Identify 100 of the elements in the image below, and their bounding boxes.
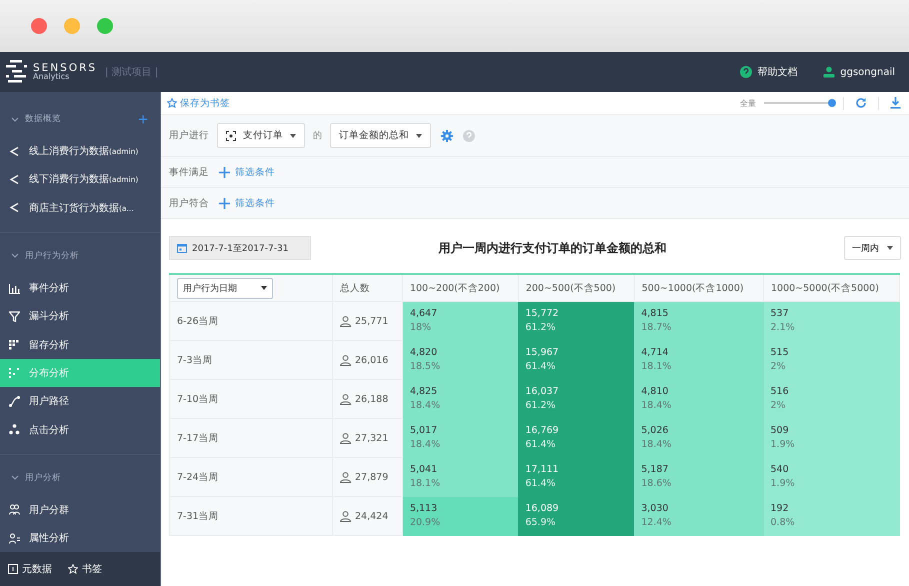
heatmap-cell: 17,111 61.4% (518, 458, 634, 496)
date-range-button[interactable]: 2017-7-1至2017-7-31 (169, 236, 311, 260)
dots-icon (9, 367, 20, 378)
heatmap-cell: 5,026 18.4% (634, 418, 764, 458)
logo-subtitle: Analytics (33, 73, 70, 82)
heatmap-cell: 4,820 18.5% (402, 340, 518, 380)
column-header: 500~1000(不含1000) (634, 274, 764, 302)
chevron-icon[interactable] (11, 116, 19, 122)
sidebar-item[interactable]: 点击分析 (0, 415, 160, 444)
heatmap-cell: 4,815 18.7% (634, 302, 764, 340)
people-icon (9, 504, 20, 516)
heatmap-cell: 4,825 18.4% (402, 380, 518, 418)
chevron-icon[interactable] (11, 475, 19, 480)
heatmap-cell: 15,772 61.2% (518, 302, 634, 340)
column-header: 200~500(不含500) (518, 274, 634, 302)
heatmap-cell: 515 2% (764, 340, 900, 380)
calendar-icon (177, 243, 187, 253)
person-icon (340, 472, 351, 482)
heatmap-cell: 16,089 65.9% (518, 496, 634, 536)
date-dimension-select[interactable]: 用户行为日期 (177, 278, 273, 298)
sidebar-item[interactable]: 事件分析 (0, 274, 160, 302)
share-icon (9, 202, 20, 214)
heatmap-cell: 4,647 18% (402, 302, 518, 340)
sidebar-item[interactable]: 属性分析 (0, 524, 160, 552)
heatmap-cell: 509 1.9% (764, 418, 900, 458)
person-list-icon (9, 532, 20, 544)
heatmap-cell: 5,017 18.4% (402, 418, 518, 458)
plus-icon (219, 198, 230, 208)
user-icon (823, 66, 836, 78)
person-icon (340, 510, 351, 522)
footer-link[interactable]: 元数据 (8, 562, 52, 576)
help-icon (740, 66, 752, 78)
report-title: 用户一周内进行支付订单的订单金额的总和 (438, 240, 668, 256)
user-count: 24,424 (355, 510, 388, 522)
settings-icon[interactable] (441, 130, 453, 142)
period-select[interactable]: 一周内 (844, 236, 901, 260)
person-icon (340, 432, 351, 444)
section-title[interactable]: 数据概览 (25, 113, 61, 125)
condition-label: 事件满足 (169, 166, 209, 178)
help-link[interactable]: 帮助文档 (757, 65, 798, 79)
condition-label: 用户进行 (169, 129, 209, 142)
path-icon (9, 396, 20, 407)
heatmap-cell: 3,030 12.4% (634, 496, 764, 536)
sidebar-item[interactable]: 用户分群 (0, 496, 160, 524)
sidebar-item[interactable]: 用户路径 (0, 387, 160, 416)
heatmap-cell: 540 1.9% (764, 458, 900, 496)
table-cell: 6-26当周 (170, 302, 332, 340)
logo-icon (6, 60, 28, 84)
condition-label: 用户符合 (169, 196, 209, 210)
person-icon (340, 316, 351, 326)
document-icon (8, 564, 18, 574)
star-icon (167, 98, 177, 108)
download-icon[interactable] (890, 97, 901, 109)
bars-icon (9, 282, 20, 294)
user-count: 25,771 (355, 316, 388, 326)
heatmap-cell: 4,810 18.4% (634, 380, 764, 418)
sidebar-item[interactable]: 漏斗分析 (0, 302, 160, 330)
chevron-icon[interactable] (11, 253, 19, 258)
scale-label: 全量 (740, 98, 756, 108)
share-icon (9, 174, 20, 185)
table-cell: 7-17当周 (170, 418, 332, 458)
plus-icon (219, 166, 230, 178)
footer-link[interactable]: 书签 (68, 562, 102, 576)
heatmap-cell: 4,714 18.1% (634, 340, 764, 380)
table-cell: 7-3当周 (170, 340, 332, 380)
column-header: 总人数 (332, 274, 402, 302)
zoom-button[interactable] (97, 18, 113, 34)
table-cell: 7-10当周 (170, 380, 332, 418)
user-count: 26,016 (355, 354, 388, 366)
heatmap-cell: 516 2% (764, 380, 900, 418)
bookmark-link[interactable]: 保存为书签 (167, 96, 230, 110)
user-count: 27,321 (355, 432, 388, 444)
metric-select[interactable]: 订单金额的总和 (330, 123, 431, 148)
user-count: 27,879 (355, 472, 388, 482)
person-icon (340, 354, 351, 366)
caret-icon (290, 134, 296, 138)
sidebar-item[interactable]: 留存分析 (0, 330, 160, 359)
heatmap-cell: 5,041 18.1% (402, 458, 518, 496)
refresh-icon[interactable] (855, 97, 867, 109)
event-select[interactable]: 支付订单 (217, 123, 305, 148)
column-header: 100~200(不含200) (402, 274, 518, 302)
caret-icon (887, 246, 893, 250)
project-name: | 测试项目 | (105, 66, 158, 79)
user-menu[interactable]: ggsongnail (840, 66, 895, 78)
section-title[interactable]: 用户行为分析 (25, 250, 79, 262)
heatmap-cell: 537 2.1% (764, 302, 900, 340)
star-icon (68, 564, 78, 574)
caret-icon (416, 134, 422, 138)
table-cell: 7-31当周 (170, 496, 332, 536)
table-cell: 7-24当周 (170, 458, 332, 496)
share-icon (9, 146, 20, 157)
section-title[interactable]: 用户分析 (25, 472, 61, 484)
heatmap-cell: 5,113 20.9% (402, 496, 518, 536)
heatmap-cell: 192 0.8% (764, 496, 900, 536)
close-button[interactable] (31, 18, 47, 34)
heatmap-cell: 5,187 18.6% (634, 458, 764, 496)
heatmap-cell: 16,037 61.2% (518, 380, 634, 418)
person-icon (340, 394, 351, 404)
caret-icon (261, 286, 267, 290)
event-icon (226, 130, 236, 140)
